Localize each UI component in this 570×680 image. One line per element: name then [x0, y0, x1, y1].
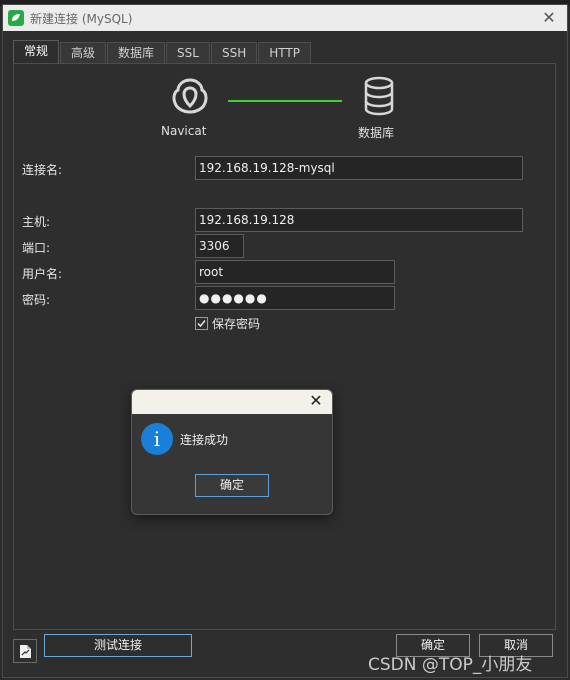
connection-name-label: 连接名: [22, 163, 63, 177]
window-titlebar: 新建连接 (MySQL) ✕ [3, 5, 567, 31]
navicat-app-icon [8, 10, 24, 26]
connection-success-dialog: ✕ i 连接成功 确定 [131, 389, 333, 515]
username-label: 用户名: [22, 267, 63, 281]
connection-name-input[interactable]: 192.168.19.128-mysql [195, 156, 523, 180]
save-password-row[interactable]: 保存密码 [195, 315, 260, 332]
username-input[interactable]: root [195, 260, 395, 284]
tab-bar: 常规 高级 数据库 SSL SSH HTTP [13, 40, 312, 64]
checkmark-icon [197, 320, 206, 328]
tab-general[interactable]: 常规 [13, 40, 60, 64]
export-document-icon[interactable] [13, 639, 37, 663]
dialog-titlebar: ✕ [132, 390, 332, 414]
test-connection-button[interactable]: 测试连接 [44, 634, 192, 657]
password-label: 密码: [22, 293, 51, 307]
dialog-message: 连接成功 [180, 433, 229, 447]
connection-line [228, 100, 342, 102]
password-input[interactable]: ●●●●●● [195, 286, 395, 310]
save-password-label: 保存密码 [212, 317, 261, 331]
tab-http[interactable]: HTTP [258, 42, 311, 64]
port-input[interactable]: 3306 [195, 234, 244, 258]
port-label: 端口: [22, 241, 51, 255]
tab-databases[interactable]: 数据库 [107, 42, 166, 64]
watermark: CSDN @TOP_小朋友 [368, 655, 533, 675]
general-panel: Navicat 数据库 连接名: 192.168.19.128-mysql 主机… [13, 63, 556, 630]
database-icon [364, 76, 394, 116]
info-icon: i [141, 423, 173, 455]
tab-ssl[interactable]: SSL [166, 42, 210, 64]
host-input[interactable]: 192.168.19.128 [195, 208, 523, 232]
navicat-label: Navicat [161, 124, 207, 138]
tab-advanced[interactable]: 高级 [60, 42, 107, 64]
dialog-ok-button[interactable]: 确定 [195, 474, 269, 497]
navicat-logo-icon [172, 78, 208, 114]
host-label: 主机: [22, 215, 51, 229]
window-title: 新建连接 (MySQL) [30, 11, 133, 26]
close-icon[interactable]: ✕ [541, 10, 557, 26]
connection-diagram: Navicat 数据库 [14, 64, 555, 144]
new-connection-window: 新建连接 (MySQL) ✕ 常规 高级 数据库 SSL SSH HTTP Na… [2, 4, 568, 678]
close-icon[interactable]: ✕ [308, 393, 324, 409]
database-label: 数据库 [358, 126, 395, 140]
tab-ssh[interactable]: SSH [210, 42, 258, 64]
save-password-checkbox[interactable] [195, 317, 208, 330]
